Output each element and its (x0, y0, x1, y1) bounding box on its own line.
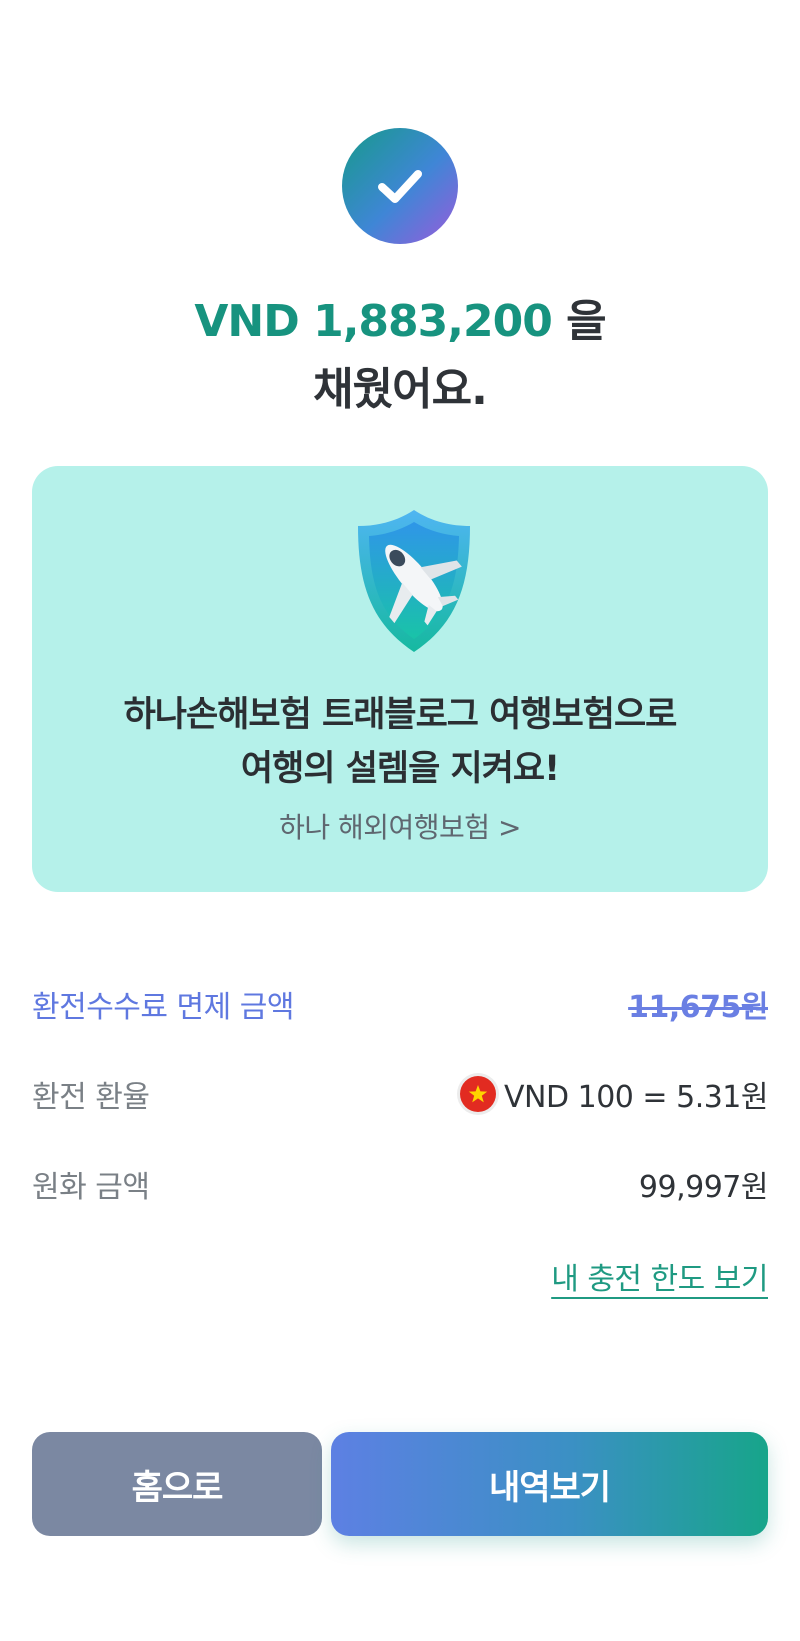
vietnam-flag-icon (460, 1076, 497, 1112)
shield-airplane-icon (352, 506, 476, 656)
fee-waiver-label: 환전수수료 면제 금액 (32, 990, 294, 1025)
view-history-button[interactable]: 내역보기 (331, 1432, 768, 1536)
insurance-promo-card[interactable]: 하나손해보험 트래블로그 여행보험으로 여행의 설렘을 지켜요! 하나 해외여행… (32, 466, 768, 892)
success-check-icon (342, 128, 458, 244)
result-headline: VND 1,883,200 을 채웠어요. (0, 288, 800, 424)
amount-suffix: 을 (551, 296, 606, 347)
promo-title-line2: 여행의 설렘을 지켜요! (240, 749, 560, 789)
krw-amount-label: 원화 금액 (32, 1170, 150, 1205)
promo-title: 하나손해보험 트래블로그 여행보험으로 여행의 설렘을 지켜요! (32, 688, 768, 796)
krw-amount-value: 99,997원 (638, 1170, 769, 1205)
promo-title-line1: 하나손해보험 트래블로그 여행보험으로 (123, 695, 678, 735)
charged-amount: VND 1,883,200 (194, 296, 552, 347)
krw-amount-row: 원화 금액 99,997원 (32, 1159, 769, 1209)
home-button[interactable]: 홈으로 (32, 1432, 322, 1536)
exchange-rate-row: 환전 환율 VND 100 = 5.31원 (32, 1069, 768, 1119)
fee-waiver-value: 11,675원 (628, 990, 768, 1025)
exchange-rate-value-wrap: VND 100 = 5.31원 (460, 1072, 768, 1116)
checkmark-icon (378, 170, 422, 203)
view-charge-limit-link[interactable]: 내 충전 한도 보기 (551, 1254, 768, 1298)
travel-insurance-link[interactable]: 하나 해외여행보험 > (32, 806, 768, 846)
exchange-rate-value: VND 100 = 5.31원 (504, 1080, 768, 1115)
fee-waiver-row: 환전수수료 면제 금액 11,675원 (32, 979, 768, 1029)
exchange-rate-label: 환전 환율 (32, 1080, 150, 1115)
result-message: 채웠어요. (313, 364, 488, 415)
